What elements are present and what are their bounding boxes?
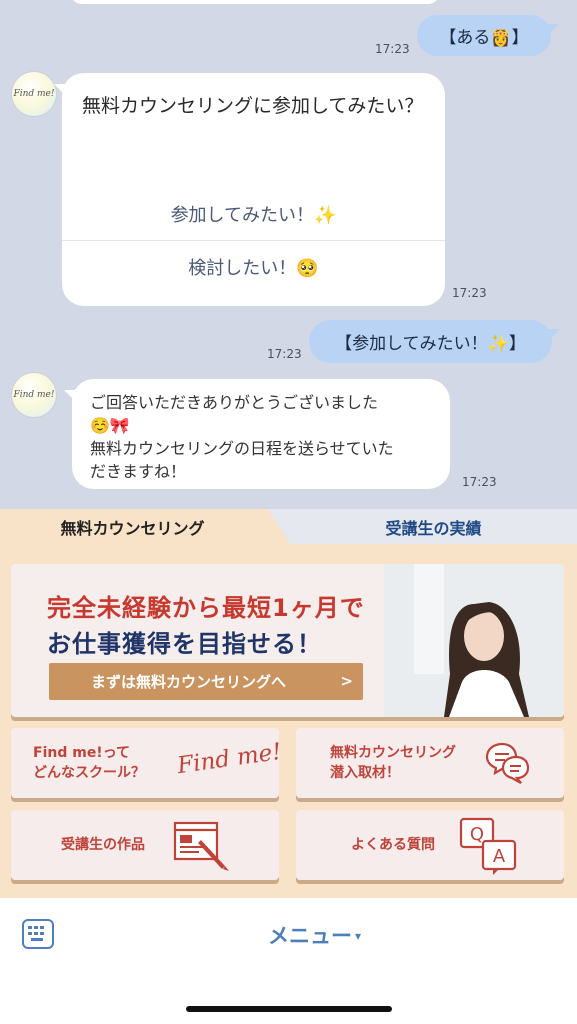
question-text: 無料カウンセリングに参加してみたい？ xyxy=(82,95,424,117)
chat-area[interactable]: 17:23 【ある👸】 Find me! 無料カウンセリングに参加してみたい？ … xyxy=(0,0,577,509)
timestamp: 17:23 xyxy=(462,475,497,489)
sent-message-bubble: 【ある👸】 xyxy=(417,15,551,56)
faq-button[interactable]: よくある質問 Q A xyxy=(296,810,564,880)
button-label: Find me!って xyxy=(33,745,130,761)
tab-free-counseling[interactable]: 無料カウンセリング xyxy=(0,509,283,544)
find-me-logo: Find me! xyxy=(175,738,284,780)
design-pen-icon xyxy=(173,821,229,871)
message-line: 無料カウンセリングの日程を送らせていた xyxy=(90,439,394,458)
bottom-bar: メニュー ▾ xyxy=(0,898,577,1024)
option-join-button[interactable]: 参加してみたい！✨ xyxy=(62,201,445,227)
home-indicator[interactable] xyxy=(186,1006,392,1012)
timestamp: 17:23 xyxy=(267,347,302,361)
button-label: 受講生の作品 xyxy=(61,837,145,853)
message-line: だきますね！ xyxy=(90,462,187,481)
message-line: ご回答いただきありがとうございました xyxy=(90,393,379,412)
menu-label: メニュー xyxy=(268,924,352,948)
sent-message-bubble: 【参加してみたい！✨】 xyxy=(309,320,552,363)
bot-avatar[interactable]: Find me! xyxy=(12,373,56,417)
student-works-button[interactable]: 受講生の作品 xyxy=(11,810,279,880)
timestamp: 17:23 xyxy=(375,42,410,56)
svg-text:Q: Q xyxy=(470,824,484,845)
message-line: ☺️🎀 xyxy=(90,416,130,435)
tab-student-results[interactable]: 受講生の実績 xyxy=(268,509,577,544)
button-label: よくある質問 xyxy=(351,837,435,853)
button-label: どんなスクール？ xyxy=(33,765,145,781)
keyboard-icon[interactable] xyxy=(22,919,54,949)
qa-icon: Q A xyxy=(459,817,517,875)
option-consider-button[interactable]: 検討したい！🥺 xyxy=(62,254,445,280)
button-label: 無料カウンセリング xyxy=(330,745,456,761)
caret-down-icon: ▾ xyxy=(355,929,362,943)
counseling-interview-button[interactable]: 無料カウンセリング 潜入取材！ xyxy=(296,728,564,798)
timestamp: 17:23 xyxy=(452,286,487,300)
about-school-button[interactable]: Find me!って どんなスクール？ Find me! xyxy=(11,728,283,798)
received-message-bubble: ご回答いただきありがとうございました ☺️🎀 無料カウンセリングの日程を送らせて… xyxy=(72,379,450,489)
counseling-cta-button[interactable]: まずは無料カウンセリングへ > xyxy=(49,663,363,700)
cta-label: まずは無料カウンセリングへ xyxy=(91,673,287,691)
banner-headline-1: 完全未経験から最短1ヶ月で xyxy=(47,594,365,622)
divider xyxy=(62,240,445,241)
banner-photo xyxy=(384,564,564,717)
rich-menu: 無料カウンセリング 受講生の実績 完全未経験から最短1ヶ月で お仕事獲得を目指せ… xyxy=(0,509,577,898)
previous-message-edge xyxy=(70,0,440,4)
bot-avatar[interactable]: Find me! xyxy=(12,72,56,116)
counseling-banner[interactable]: 完全未経験から最短1ヶ月で お仕事獲得を目指せる！ まずは無料カウンセリングへ … xyxy=(11,564,564,717)
button-label: 潜入取材！ xyxy=(330,765,400,781)
question-card: 無料カウンセリングに参加してみたい？ 参加してみたい！✨ 検討したい！🥺 xyxy=(62,73,445,306)
chevron-right-icon: > xyxy=(340,672,353,690)
banner-headline-2: お仕事獲得を目指せる！ xyxy=(47,630,322,658)
svg-text:A: A xyxy=(493,846,506,867)
menu-toggle[interactable]: メニュー ▾ xyxy=(268,920,361,950)
chat-bubbles-icon xyxy=(485,742,530,784)
